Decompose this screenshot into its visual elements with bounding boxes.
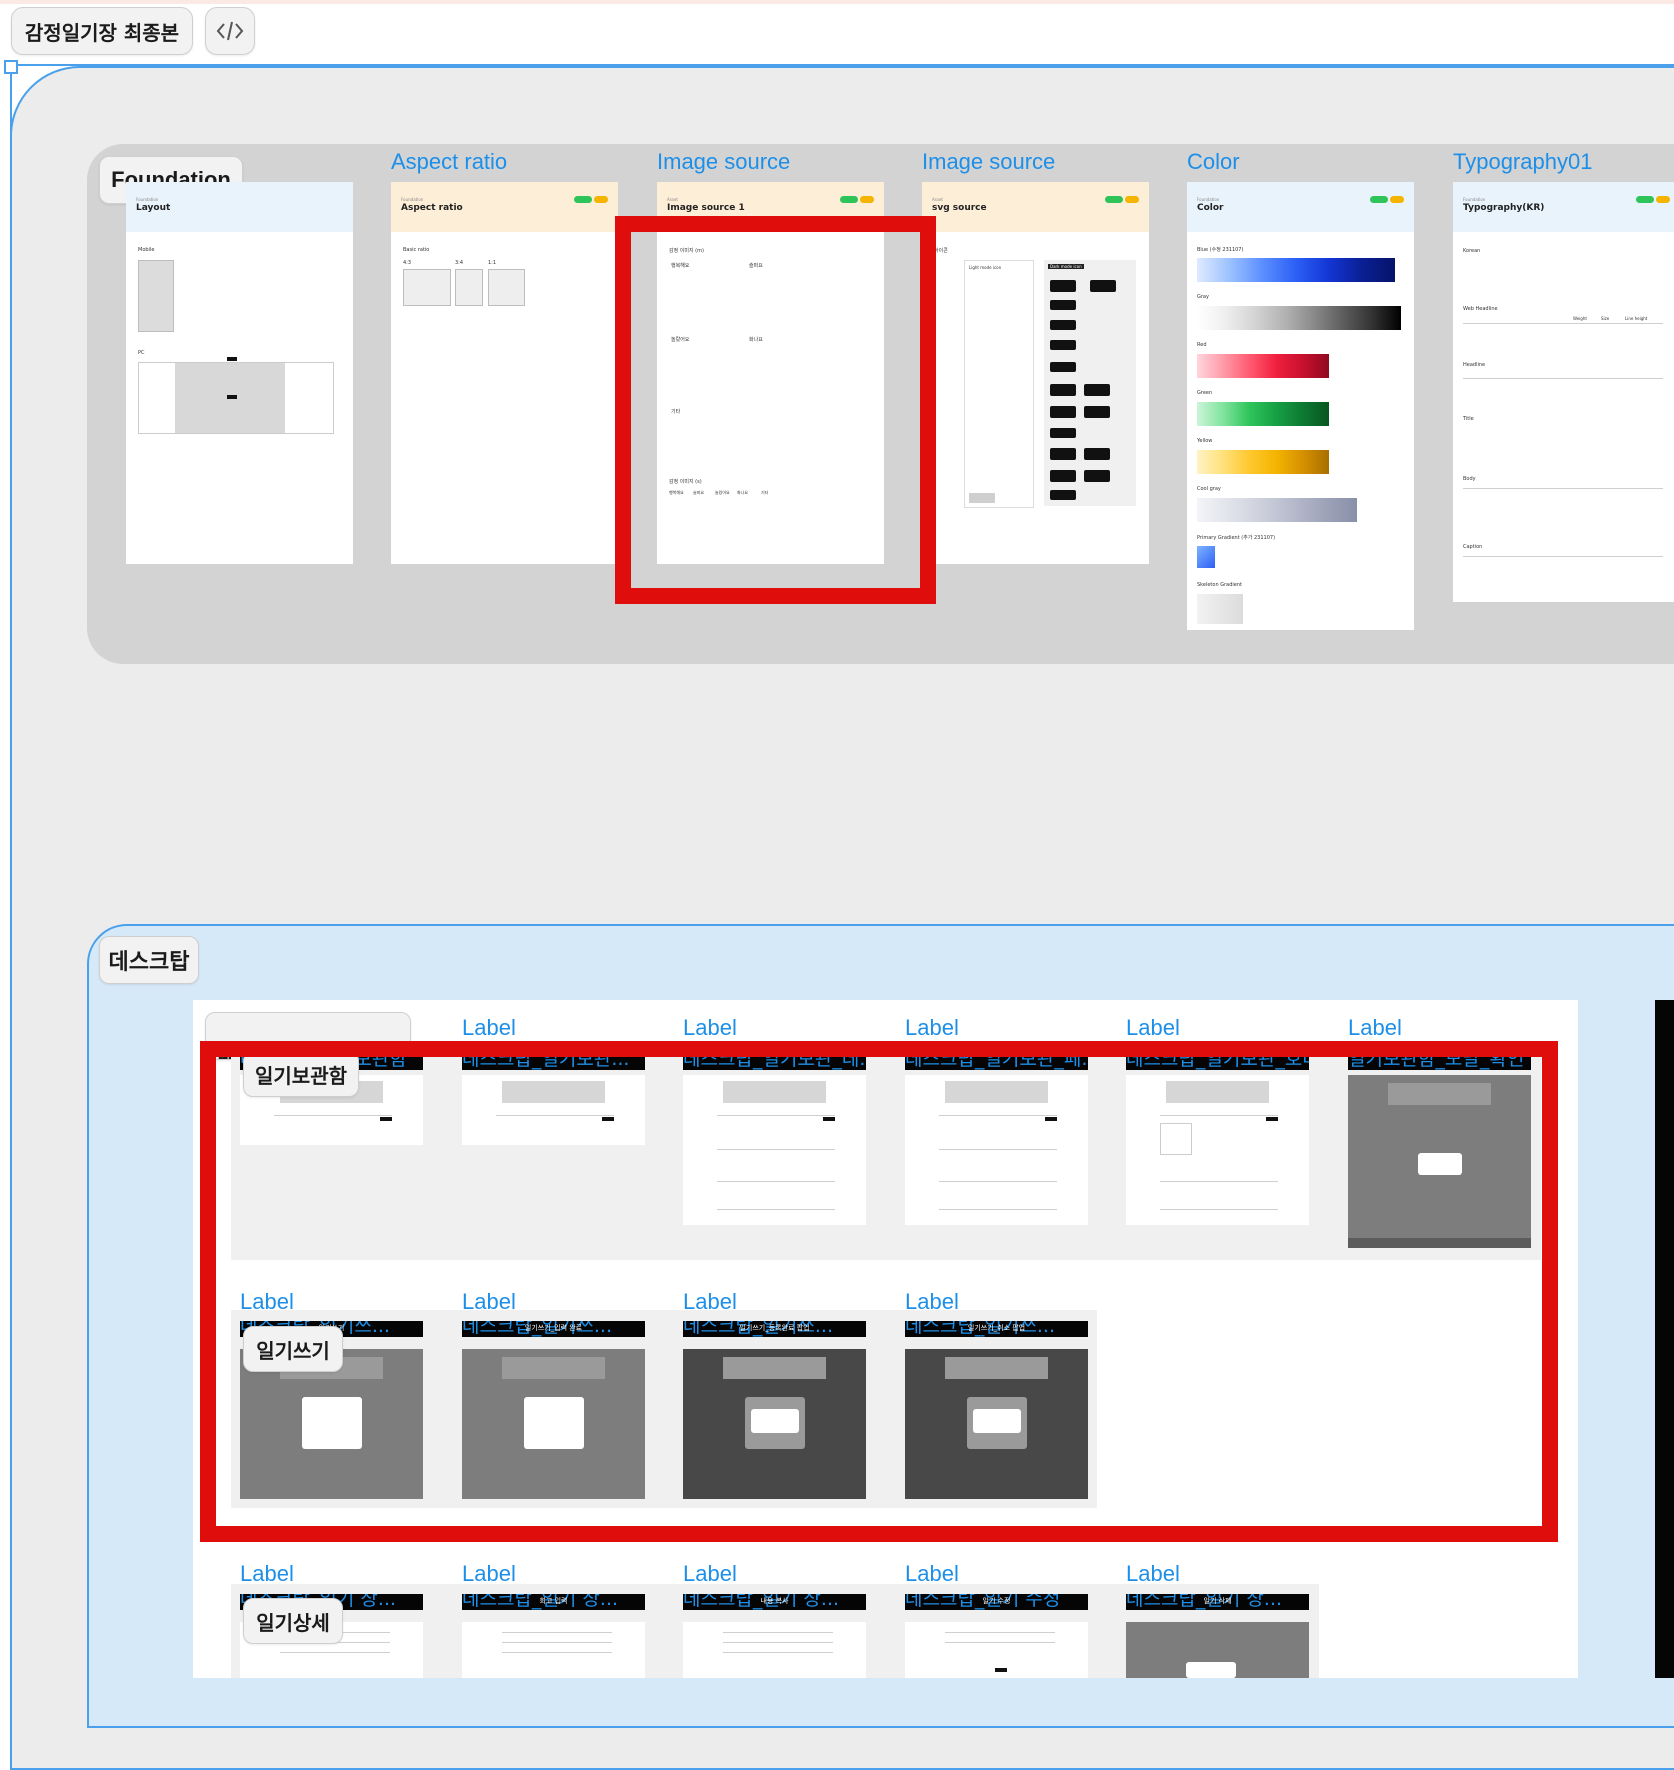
layout-doc[interactable]: Foundation Layout Mobile PC (126, 182, 353, 564)
detail-label-5[interactable]: Label (1126, 1561, 1180, 1587)
gray-swatches (1197, 306, 1401, 330)
web-pill (860, 196, 874, 203)
mobile-pill (1636, 196, 1654, 203)
top-strip (0, 0, 1674, 4)
color-group-green: Green (1197, 390, 1213, 396)
mobile-pill (1370, 196, 1388, 203)
archive-label-6[interactable]: Label (1348, 1015, 1402, 1041)
detail-label-1[interactable]: Label (240, 1561, 294, 1587)
ratio-3-4-box (455, 269, 483, 306)
red-swatches (1197, 354, 1329, 378)
detail-title-5[interactable]: 데스크탑_일기 상... 일기 삭제 (1126, 1594, 1309, 1610)
green-swatches (1197, 402, 1329, 426)
typo-web-headline: Web Headline (1463, 306, 1498, 312)
ratio-4-3-box (403, 269, 451, 306)
detail-label-2[interactable]: Label (462, 1561, 516, 1587)
web-pill (1656, 196, 1670, 203)
mobile-pill (1105, 196, 1123, 203)
color-group-red: Red (1197, 342, 1207, 348)
light-icon-panel: Light mode icon (964, 260, 1034, 508)
color-group-blue: Blue (수정 231107) (1197, 247, 1244, 253)
yellow-swatches (1197, 450, 1329, 474)
detail-delete-modal (1186, 1662, 1236, 1678)
card-label-typography[interactable]: Typography01 (1453, 149, 1592, 175)
file-title: 감정일기장 최종본 (24, 20, 180, 45)
typo-col-weight: Weight (1573, 316, 1587, 321)
archive-label-5[interactable]: Label (1126, 1015, 1180, 1041)
cool-gray-swatches (1197, 498, 1357, 522)
layout-pc-frame (138, 357, 334, 434)
aspect-doc-header: Foundation Aspect ratio (391, 182, 618, 232)
color-group-yellow: Yellow (1197, 438, 1213, 444)
dark-icon-title: Dark mode icon (1048, 264, 1084, 269)
card-label-image-source-1[interactable]: Image source (657, 149, 790, 175)
typography-doc-header: Foundation Typography(KR) (1453, 182, 1674, 232)
selection-outline-top (14, 64, 1674, 66)
desktop-groups-highlight (200, 1041, 1558, 1542)
typography-doc[interactable]: Foundation Typography(KR) Korean Web Hea… (1453, 182, 1674, 602)
svg-heading: 아이콘 (934, 248, 948, 254)
code-icon (216, 21, 244, 41)
color-group-gray: Gray (1197, 294, 1209, 300)
ratio-4-3-label: 4:3 (403, 260, 412, 266)
blue-swatches (1197, 258, 1395, 282)
ratio-1-1-label: 1:1 (488, 260, 497, 266)
archive-label-2[interactable]: Label (462, 1015, 516, 1041)
typo-headline: Headline (1463, 362, 1486, 368)
svg-source-doc[interactable]: Asset svg source 아이콘 Light mode icon Dar… (922, 182, 1149, 564)
color-group-skeleton: Skeleton Gradient (1197, 582, 1242, 588)
ratio-3-4-label: 3:4 (455, 260, 464, 266)
selection-handle[interactable] (4, 60, 18, 74)
detail-title-2[interactable]: 데스크탑_일기 상... 회고 입력 (462, 1594, 645, 1610)
detail-label-3[interactable]: Label (683, 1561, 737, 1587)
aspect-heading: Basic ratio (403, 247, 430, 253)
layout-mobile-frame (138, 260, 174, 332)
code-toggle-button[interactable] (205, 7, 255, 55)
typo-col-line-height: Line height (1625, 316, 1648, 321)
card-label-aspect-ratio[interactable]: Aspect ratio (391, 149, 507, 175)
dark-icon-panel: Dark mode icon (1044, 260, 1136, 506)
detail-label-4[interactable]: Label (905, 1561, 959, 1587)
layout-doc-header: Foundation Layout (126, 182, 353, 232)
detail-title-3[interactable]: 데스크탑_일기 상... 내용 복사 (683, 1594, 866, 1610)
archive-label-4[interactable]: Label (905, 1015, 959, 1041)
typo-title: Title (1463, 416, 1474, 422)
file-title-chip[interactable]: 감정일기장 최종본 (11, 7, 193, 55)
ratio-1-1-box (488, 269, 525, 306)
primary-gradient-swatch (1197, 546, 1215, 568)
typo-korean-label: Korean (1463, 248, 1481, 254)
canvas-edge-black (1655, 1000, 1674, 1678)
card-label-image-source-2[interactable]: Image source (922, 149, 1055, 175)
desktop-section-label[interactable]: 데스크탑 (99, 936, 199, 984)
aspect-ratio-doc[interactable]: Foundation Aspect ratio Basic ratio 4:3 … (391, 182, 618, 564)
card-label-color[interactable]: Color (1187, 149, 1240, 175)
light-icon-title: Light mode icon (969, 265, 1002, 270)
archive-label-3[interactable]: Label (683, 1015, 737, 1041)
detail-group-tag[interactable]: 일기상세 (243, 1598, 343, 1644)
detail-thumb-4[interactable] (905, 1622, 1088, 1678)
svg-doc-header: Asset svg source (922, 182, 1149, 232)
detail-thumb-3[interactable] (683, 1622, 866, 1678)
image-source-highlight (615, 216, 936, 604)
layout-mobile-label: Mobile (138, 247, 155, 253)
skeleton-gradient-swatch (1197, 594, 1243, 624)
color-doc-header: Foundation Color (1187, 182, 1414, 232)
web-pill (1390, 196, 1404, 203)
web-pill (594, 196, 608, 203)
color-doc[interactable]: Foundation Color Blue (수정 231107) Gray R… (1187, 182, 1414, 630)
detail-thumb-2[interactable] (462, 1622, 645, 1678)
selection-outline-left (10, 70, 12, 1690)
typo-body: Body (1463, 476, 1476, 482)
mobile-pill (574, 196, 592, 203)
mobile-pill (840, 196, 858, 203)
color-group-primary-gradient: Primary Gradient (추가 231107) (1197, 535, 1276, 541)
layout-pc-label: PC (138, 350, 145, 356)
typo-col-size: Size (1601, 316, 1610, 321)
detail-title-4[interactable]: 데스크탑_일기 수정 일기 수정 (905, 1594, 1088, 1610)
typo-caption: Caption (1463, 544, 1483, 550)
web-pill (1125, 196, 1139, 203)
detail-thumb-5[interactable] (1126, 1622, 1309, 1678)
color-group-cool-gray: Cool gray (1197, 486, 1221, 492)
